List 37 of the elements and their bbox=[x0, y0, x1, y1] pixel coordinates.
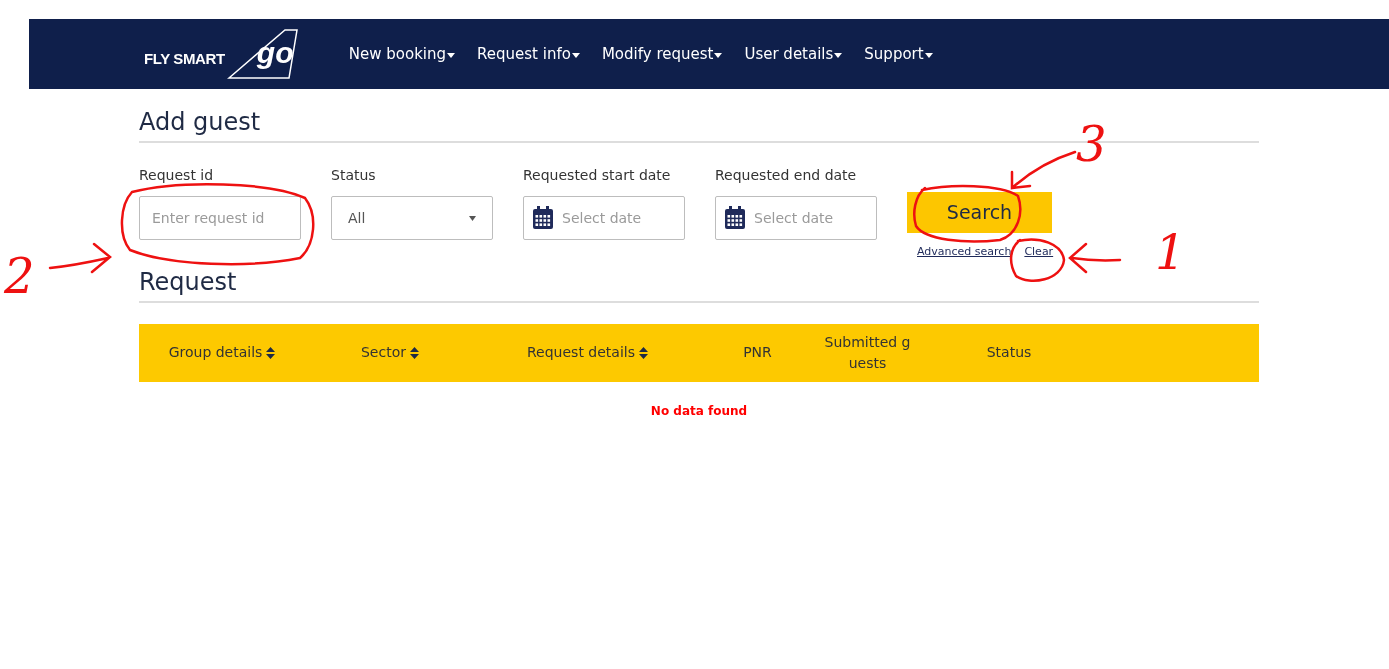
section-title: Request bbox=[139, 266, 237, 297]
column-header[interactable]: Group details bbox=[168, 342, 276, 363]
annotation-number: 1 bbox=[1155, 228, 1186, 276]
nav-menu[interactable]: Modify request bbox=[601, 42, 723, 66]
calendar-icon bbox=[532, 206, 554, 230]
column-header[interactable]: Sector bbox=[361, 342, 419, 363]
field-label: Status bbox=[331, 166, 377, 185]
caret-icon bbox=[469, 215, 476, 221]
column-header: Submitted g uests bbox=[823, 332, 912, 373]
column-header[interactable]: Request details bbox=[527, 342, 648, 363]
annotation-number: 2 bbox=[4, 252, 35, 300]
caret-icon bbox=[714, 52, 723, 58]
nav-menu[interactable]: Support bbox=[864, 42, 933, 66]
link[interactable]: Clear bbox=[1024, 244, 1054, 261]
caret-icon bbox=[571, 52, 580, 58]
annotation-arrow bbox=[1010, 150, 1077, 190]
column-header: PNR bbox=[743, 343, 772, 362]
annotation-number: 3 bbox=[1076, 120, 1107, 168]
annotation-arrow bbox=[1068, 242, 1122, 274]
annotation-arrow bbox=[48, 242, 112, 274]
field-label: Requested end date bbox=[715, 166, 858, 185]
request-id-field[interactable]: Enter request id bbox=[139, 196, 301, 240]
field-label: Request id bbox=[139, 166, 215, 185]
caret-icon bbox=[447, 52, 456, 58]
nav-menu[interactable]: User details bbox=[744, 42, 843, 66]
status-select[interactable]: All bbox=[331, 196, 493, 240]
caret-icon bbox=[924, 52, 933, 58]
nav-menu[interactable]: New booking bbox=[348, 42, 456, 66]
search-button[interactable]: Search bbox=[907, 192, 1052, 233]
link[interactable]: Advanced search bbox=[917, 244, 1012, 261]
page-title: Add guest bbox=[139, 107, 262, 137]
calendar-icon bbox=[724, 206, 746, 230]
nav-menu[interactable]: Request info bbox=[477, 42, 580, 66]
field-label: Requested start date bbox=[523, 166, 672, 185]
caret-icon bbox=[834, 52, 843, 58]
column-header: Status bbox=[986, 343, 1032, 362]
empty-message: No data found bbox=[650, 402, 748, 420]
